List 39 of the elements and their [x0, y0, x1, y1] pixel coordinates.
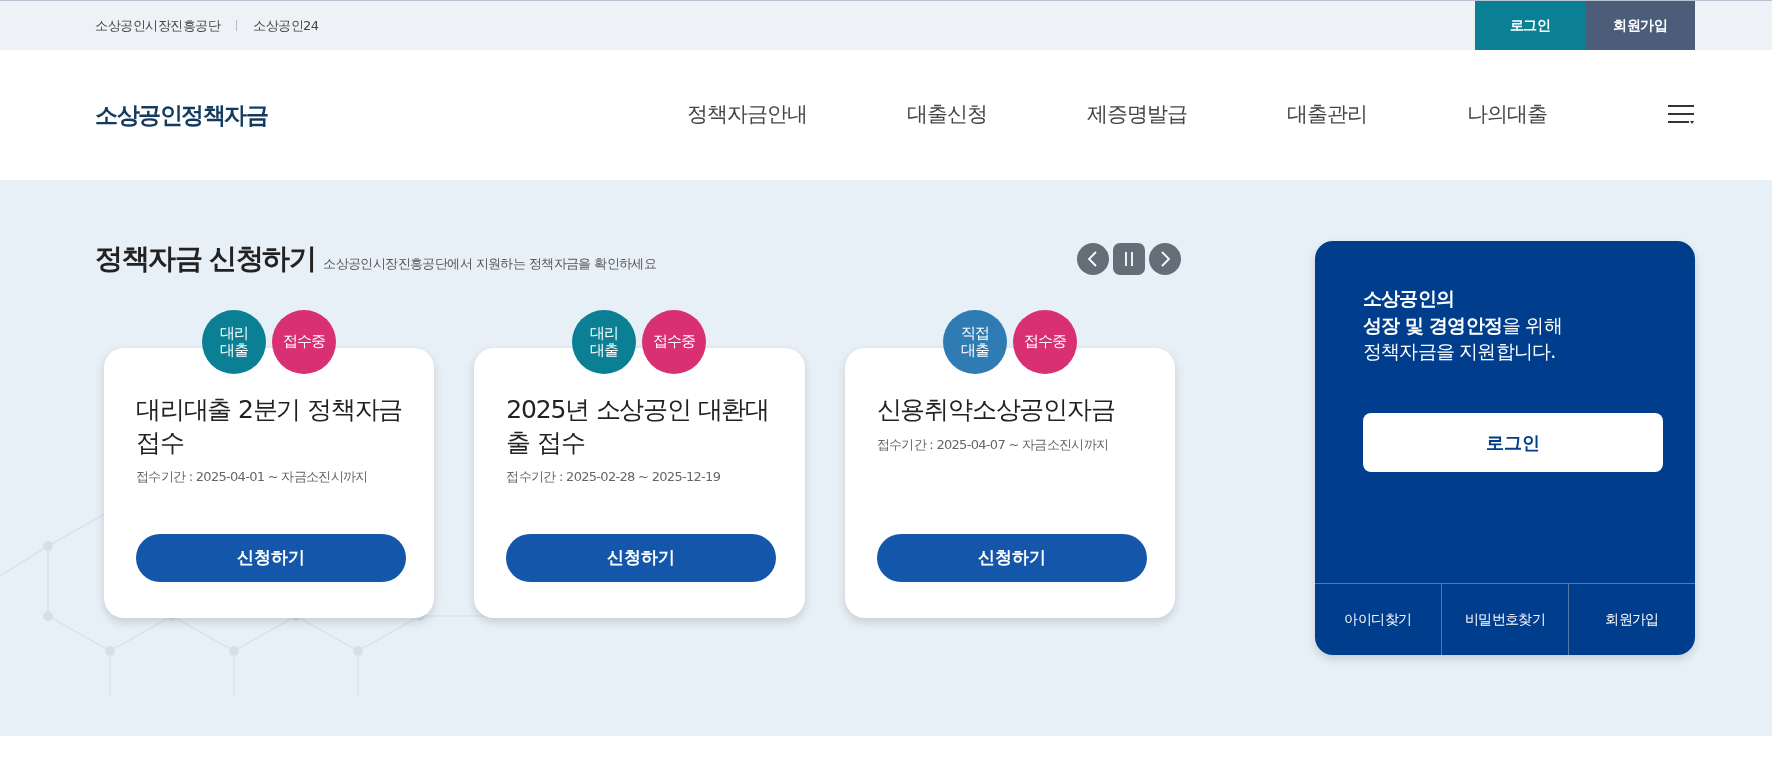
application-period: 접수기간 : 2025-04-01 ~ 자금소진시까지	[136, 468, 369, 486]
nav-link[interactable]: 제증명발급	[1087, 99, 1187, 131]
status-badge: 접수중	[272, 310, 337, 374]
top-signup-button[interactable]: 회원가입	[1585, 1, 1695, 50]
pause-button[interactable]	[1113, 243, 1145, 275]
nav-link[interactable]: 대출관리	[1287, 99, 1367, 131]
apply-button[interactable]: 신청하기	[136, 534, 406, 582]
account-link[interactable]: 아이디찾기	[1315, 584, 1441, 655]
top-login-button[interactable]: 로그인	[1475, 1, 1585, 50]
next-button[interactable]	[1149, 243, 1181, 275]
previous-button[interactable]	[1077, 243, 1109, 275]
card-title: 대리대출 2분기 정책자금 접수	[136, 394, 403, 459]
status-badge: 접수중	[1012, 310, 1077, 374]
status-badge: 직접 대출	[942, 310, 1007, 374]
nav-link[interactable]: 대출신청	[907, 99, 987, 131]
account-link[interactable]: 비밀번호찾기	[1441, 584, 1568, 655]
nav-link[interactable]: 나의대출	[1467, 99, 1547, 131]
login-button[interactable]: 로그인	[1363, 412, 1663, 472]
apply-button[interactable]: 신청하기	[876, 534, 1147, 582]
application-period: 접수기간 : 2025-02-28 ~ 2025-12-19	[506, 468, 722, 486]
site-logo[interactable]: 소상공인정책자금	[95, 97, 267, 133]
card-title: 2025년 소상공인 대환대출 접수	[506, 394, 771, 459]
status-badge: 대리 대출	[572, 310, 637, 374]
welcome-message: 소상공인의 성장 및 경영안정을 위해 정책자금을 지원합니다.	[1363, 286, 1563, 365]
nav-link[interactable]: 정책자금안내	[687, 99, 807, 131]
card-title: 신용취약소상공인자금	[876, 394, 1116, 426]
section-subtitle: 소상공인시장진흥공단에서 지원하는 정책자금을 확인하세요	[323, 255, 657, 273]
top-link[interactable]: 소상공인시장진흥공단	[95, 15, 220, 36]
pause-icon	[1123, 251, 1135, 267]
apply-button[interactable]: 신청하기	[506, 534, 777, 582]
status-badge: 대리 대출	[202, 310, 267, 374]
chevron-right-icon	[1158, 250, 1172, 268]
application-period: 접수기간 : 2025-04-07 ~ 자금소진시까지	[876, 435, 1110, 454]
menu-icon[interactable]	[1667, 104, 1695, 126]
section-title: 정책자금 신청하기	[95, 241, 316, 277]
account-link[interactable]: 회원가입	[1568, 584, 1695, 655]
top-link[interactable]: 소상공인24	[253, 15, 319, 36]
chevron-left-icon	[1086, 250, 1100, 268]
status-badge: 접수중	[642, 310, 707, 374]
